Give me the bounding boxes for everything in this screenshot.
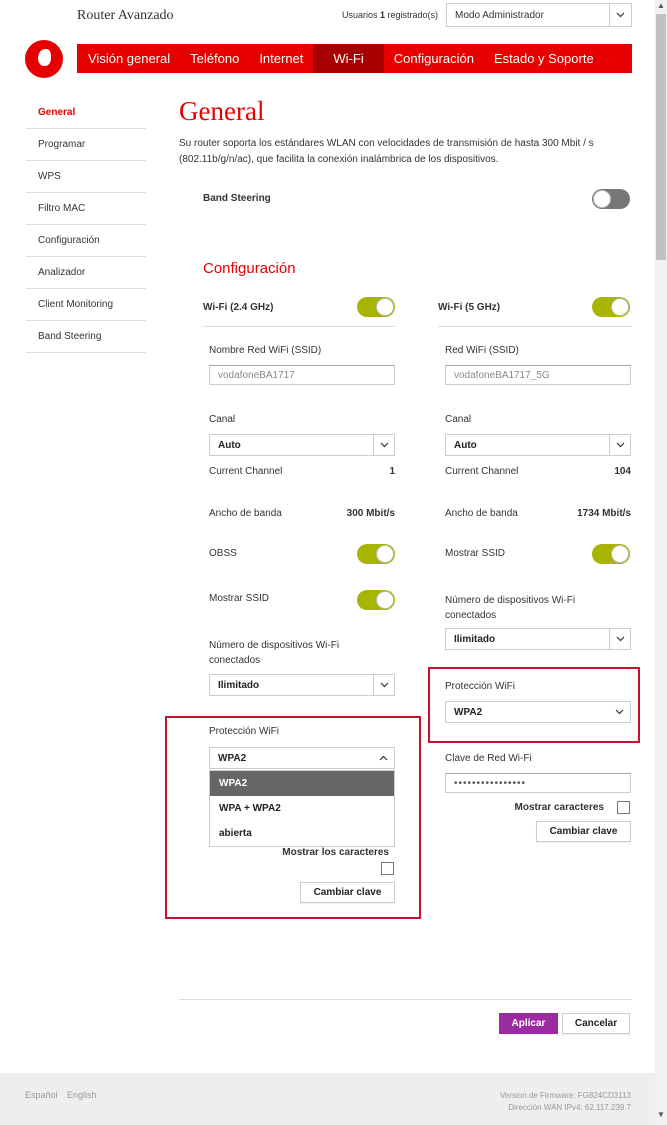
toggle-knob [376,298,394,316]
sidebar-item-analizador[interactable]: Analizador [26,257,146,289]
wifi24-toggle[interactable] [357,297,395,317]
wifi24-current-channel-value: 1 [389,466,395,477]
nav-item-telefono[interactable]: Teléfono [180,44,249,73]
chevron-down-icon [609,435,630,455]
divider [438,326,632,327]
wifi5-devices-label: Número de dispositivos Wi-Fi conectados [445,595,576,621]
firmware-version: Version de Firmware: FG824CD3113 [499,1091,631,1100]
wifi24-channel-label: Canal [209,414,236,425]
users-prefix: Usuarios [342,10,381,20]
wifi5-show-chars-checkbox[interactable] [617,801,630,814]
wifi5-toggle[interactable] [592,297,630,317]
language-links: Español English [25,1090,104,1100]
config-section-title: Configuración [203,260,296,277]
wifi24-devices-select[interactable]: Ilimitado [209,674,395,696]
chevron-down-icon [609,4,631,26]
sidebar-item-configuracion[interactable]: Configuración [26,225,146,257]
lang-english-link[interactable]: English [67,1090,97,1100]
wifi24-devices-value: Ilimitado [218,680,260,691]
mode-select-value: Modo Administrador [455,10,544,21]
sidebar: General Programar WPS Filtro MAC Configu… [26,97,146,353]
scrollbar-thumb[interactable] [656,14,666,260]
sidebar-item-filtro-mac[interactable]: Filtro MAC [26,193,146,225]
wifi24-channel-select[interactable]: Auto [209,434,395,456]
vodafone-logo-icon[interactable] [25,40,63,78]
wifi24-channel-value: Auto [218,440,241,451]
divider [179,999,632,1000]
firmware-info: Version de Firmware: FG824CD3113 Direcci… [500,1090,631,1114]
highlight-box [428,667,640,743]
wifi5-show-ssid-toggle[interactable] [592,544,630,564]
sidebar-item-programar[interactable]: Programar [26,129,146,161]
wifi24-bandwidth-value: 300 Mbit/s [346,508,395,519]
scroll-down-icon[interactable]: ▼ [657,1110,665,1119]
wifi24-obss-toggle[interactable] [357,544,395,564]
registered-users: Usuarios 1 registrado(s) [342,10,438,20]
wifi5-key-label: Clave de Red Wi-Fi [445,753,532,764]
wifi5-devices-value: Ilimitado [454,634,496,645]
wifi5-current-channel-label: Current Channel [445,466,519,477]
wifi24-show-ssid-label: Mostrar SSID [209,593,270,604]
toggle-knob [611,298,629,316]
nav-item-internet[interactable]: Internet [249,44,313,73]
top-bar: Router Avanzado Usuarios 1 registrado(s)… [0,0,655,32]
lang-espanol-link[interactable]: Español [25,1090,58,1100]
wifi5-key-input[interactable]: •••••••••••••••• [445,773,631,793]
divider [203,326,395,327]
wifi5-bandwidth-value: 1734 Mbit/s [577,508,631,519]
sidebar-item-general[interactable]: General [26,97,146,129]
sidebar-item-client-monitoring[interactable]: Client Monitoring [26,289,146,321]
wifi5-show-chars-label: Mostrar caracteres [514,802,605,813]
nav-item-wifi[interactable]: Wi-Fi [313,44,384,73]
cancel-button[interactable]: Cancelar [562,1013,630,1034]
band-steering-toggle[interactable] [592,189,630,209]
toggle-knob [593,190,611,208]
chevron-down-icon [373,675,394,695]
wifi24-ssid-label: Nombre Red WiFi (SSID) [209,345,322,356]
intro-text: Su router soporta los estándares WLAN co… [179,138,594,165]
wifi5-header: Wi-Fi (5 GHz) [438,302,501,313]
apply-button[interactable]: Aplicar [499,1013,558,1034]
wifi5-channel-label: Canal [445,414,472,425]
band-steering-label: Band Steering [203,193,271,204]
nav-item-estado-soporte[interactable]: Estado y Soporte [484,44,604,73]
wifi5-current-channel-value: 104 [614,466,631,477]
wan-ip: Dirección WAN IPv4: 62.117.239.7 [508,1103,631,1112]
wifi24-obss-label: OBSS [209,548,237,559]
scroll-up-icon[interactable]: ▲ [657,1,665,10]
wifi5-change-key-button[interactable]: Cambiar clave [536,821,631,842]
wifi24-header: Wi-Fi (2.4 GHz) [203,302,274,313]
wifi24-bandwidth-label: Ancho de banda [209,508,282,519]
mode-select[interactable]: Modo Administrador [446,3,632,27]
wifi5-channel-value: Auto [454,440,477,451]
wifi5-ssid-input[interactable]: vodafoneBA1717_5G [445,365,631,385]
scrollbar[interactable]: ▲ ▼ [655,0,667,1125]
wifi24-ssid-input[interactable]: vodafoneBA1717 [209,365,395,385]
wifi24-current-channel-label: Current Channel [209,466,283,477]
wifi5-bandwidth-label: Ancho de banda [445,508,518,519]
chevron-down-icon [609,629,630,649]
highlight-box [165,716,421,919]
chevron-down-icon [373,435,394,455]
wifi5-devices-select[interactable]: Ilimitado [445,628,631,650]
toggle-knob [611,545,629,563]
wifi5-show-ssid-label: Mostrar SSID [445,548,506,559]
nav-item-configuracion[interactable]: Configuración [384,44,484,73]
nav-item-vision-general[interactable]: Visión general [77,44,180,73]
main-nav: Visión general Teléfono Internet Wi-Fi C… [77,44,632,73]
sidebar-item-band-steering[interactable]: Band Steering [26,321,146,353]
wifi24-devices-label: Número de dispositivos Wi-Fi conectados [209,640,340,666]
toggle-knob [376,545,394,563]
footer: Español English Version de Firmware: FG8… [0,1073,655,1125]
toggle-knob [376,591,394,609]
wifi5-channel-select[interactable]: Auto [445,434,631,456]
page-title: General [179,96,265,126]
wifi24-show-ssid-toggle[interactable] [357,590,395,610]
wifi5-ssid-label: Red WiFi (SSID) [445,345,519,356]
users-suffix: registrado(s) [385,10,439,20]
app-title: Router Avanzado [77,8,174,23]
sidebar-item-wps[interactable]: WPS [26,161,146,193]
